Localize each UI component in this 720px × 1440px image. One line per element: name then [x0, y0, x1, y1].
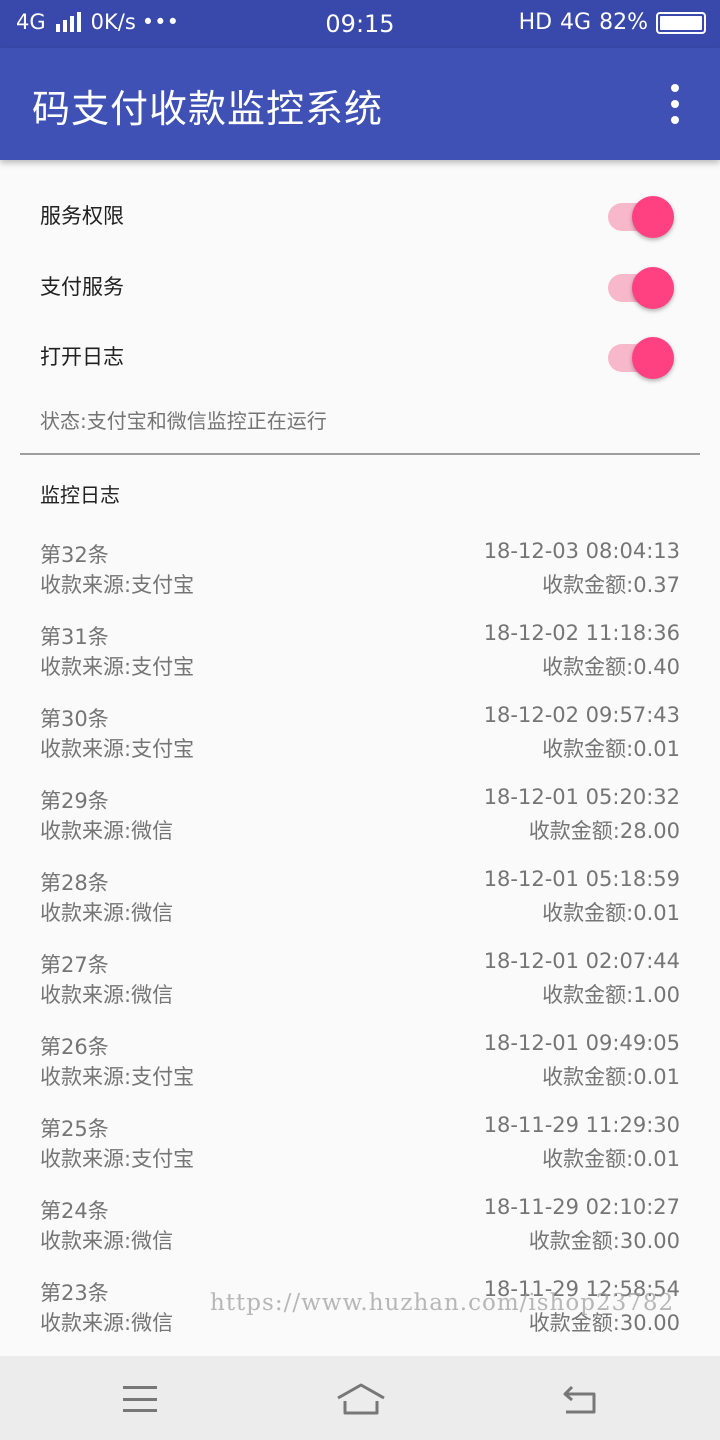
- log-section-title: 监控日志: [40, 483, 120, 507]
- log-time: 18-12-01 09:49:05: [483, 1031, 680, 1055]
- battery-percent: 82%: [599, 10, 648, 35]
- list-item: 第32条 18-12-03 08:04:13 收款来源:支付宝 收款金额:0.3…: [0, 535, 720, 617]
- back-icon[interactable]: [560, 1384, 598, 1416]
- log-amount: 收款金额:28.00: [528, 819, 680, 843]
- log-time: 18-12-03 08:04:13: [483, 539, 680, 563]
- list-item: 第30条 18-12-02 09:57:43 收款来源:支付宝 收款金额:0.0…: [0, 699, 720, 781]
- monitor-status-text: 状态:支付宝和微信监控正在运行: [40, 409, 327, 433]
- log-source: 收款来源:微信: [40, 1229, 174, 1253]
- hd-label: HD: [518, 10, 553, 35]
- log-index: 第26条: [40, 1035, 109, 1059]
- service-permission-switch[interactable]: [608, 196, 674, 238]
- log-amount: 收款金额:1.00: [542, 983, 680, 1007]
- home-icon[interactable]: [336, 1382, 386, 1416]
- log-index: 第23条: [40, 1281, 109, 1305]
- log-amount: 收款金额:0.01: [542, 1065, 680, 1089]
- list-item: 第26条 18-12-01 09:49:05 收款来源:支付宝 收款金额:0.0…: [0, 1027, 720, 1109]
- log-index: 第27条: [40, 953, 109, 977]
- log-source: 收款来源:支付宝: [40, 573, 195, 597]
- log-source: 收款来源:微信: [40, 819, 174, 843]
- log-time: 18-11-29 11:29:30: [483, 1113, 680, 1137]
- log-amount: 收款金额:0.01: [542, 1147, 680, 1171]
- list-item: 第24条 18-11-29 02:10:27 收款来源:微信 收款金额:30.0…: [0, 1191, 720, 1273]
- setting-row-open-log: 打开日志: [0, 327, 720, 387]
- watermark: https://www.huzhan.com/ishop23782: [210, 1290, 675, 1316]
- log-index: 第30条: [40, 707, 109, 731]
- log-time: 18-11-29 02:10:27: [483, 1195, 680, 1219]
- battery-icon: [656, 11, 706, 34]
- log-index: 第32条: [40, 543, 109, 567]
- app-bar: 码支付收款监控系统: [0, 48, 720, 160]
- log-time: 18-12-02 11:18:36: [483, 621, 680, 645]
- menu-icon[interactable]: [123, 1386, 157, 1412]
- status-right: HD 4G 82%: [519, 10, 706, 35]
- list-item: 第27条 18-12-01 02:07:44 收款来源:微信 收款金额:1.00: [0, 945, 720, 1027]
- log-source: 收款来源:支付宝: [40, 1065, 195, 1089]
- payment-service-switch[interactable]: [608, 267, 674, 309]
- log-amount: 收款金额:0.01: [542, 737, 680, 761]
- open-log-switch[interactable]: [608, 337, 674, 379]
- log-time: 18-12-02 09:57:43: [483, 703, 680, 727]
- navigation-bar: [0, 1356, 720, 1440]
- list-item: 第29条 18-12-01 05:20:32 收款来源:微信 收款金额:28.0…: [0, 781, 720, 863]
- log-amount: 收款金额:0.37: [542, 573, 680, 597]
- list-item: 第31条 18-12-02 11:18:36 收款来源:支付宝 收款金额:0.4…: [0, 617, 720, 699]
- app-title: 码支付收款监控系统: [32, 87, 384, 131]
- log-index: 第31条: [40, 625, 109, 649]
- log-source: 收款来源:微信: [40, 901, 174, 925]
- more-vert-icon[interactable]: [660, 84, 690, 124]
- log-source: 收款来源:微信: [40, 1311, 174, 1335]
- log-source: 收款来源:支付宝: [40, 1147, 195, 1171]
- log-index: 第25条: [40, 1117, 109, 1141]
- log-source: 收款来源:支付宝: [40, 737, 195, 761]
- log-time: 18-12-01 05:18:59: [483, 867, 680, 891]
- log-time: 18-12-01 02:07:44: [483, 949, 680, 973]
- network-type-right: 4G: [560, 10, 592, 35]
- list-item: 第25条 18-11-29 11:29:30 收款来源:支付宝 收款金额:0.0…: [0, 1109, 720, 1191]
- log-index: 第28条: [40, 871, 109, 895]
- log-time: 18-12-01 05:20:32: [483, 785, 680, 809]
- log-source: 收款来源:支付宝: [40, 655, 195, 679]
- setting-row-service-permission: 服务权限: [0, 186, 720, 246]
- log-index: 第24条: [40, 1199, 109, 1223]
- log-source: 收款来源:微信: [40, 983, 174, 1007]
- log-amount: 收款金额:0.40: [542, 655, 680, 679]
- log-amount: 收款金额:0.01: [542, 901, 680, 925]
- log-list[interactable]: 第32条 18-12-03 08:04:13 收款来源:支付宝 收款金额:0.3…: [0, 535, 720, 1355]
- log-index: 第29条: [40, 789, 109, 813]
- status-bar: 4G 0K/s ••• 09:15 HD 4G 82%: [0, 0, 720, 48]
- setting-label: 支付服务: [40, 275, 124, 299]
- setting-row-payment-service: 支付服务: [0, 257, 720, 317]
- list-item: 第28条 18-12-01 05:18:59 收款来源:微信 收款金额:0.01: [0, 863, 720, 945]
- divider: [20, 453, 700, 455]
- setting-label: 服务权限: [40, 204, 124, 228]
- log-amount: 收款金额:30.00: [528, 1229, 680, 1253]
- setting-label: 打开日志: [40, 345, 124, 369]
